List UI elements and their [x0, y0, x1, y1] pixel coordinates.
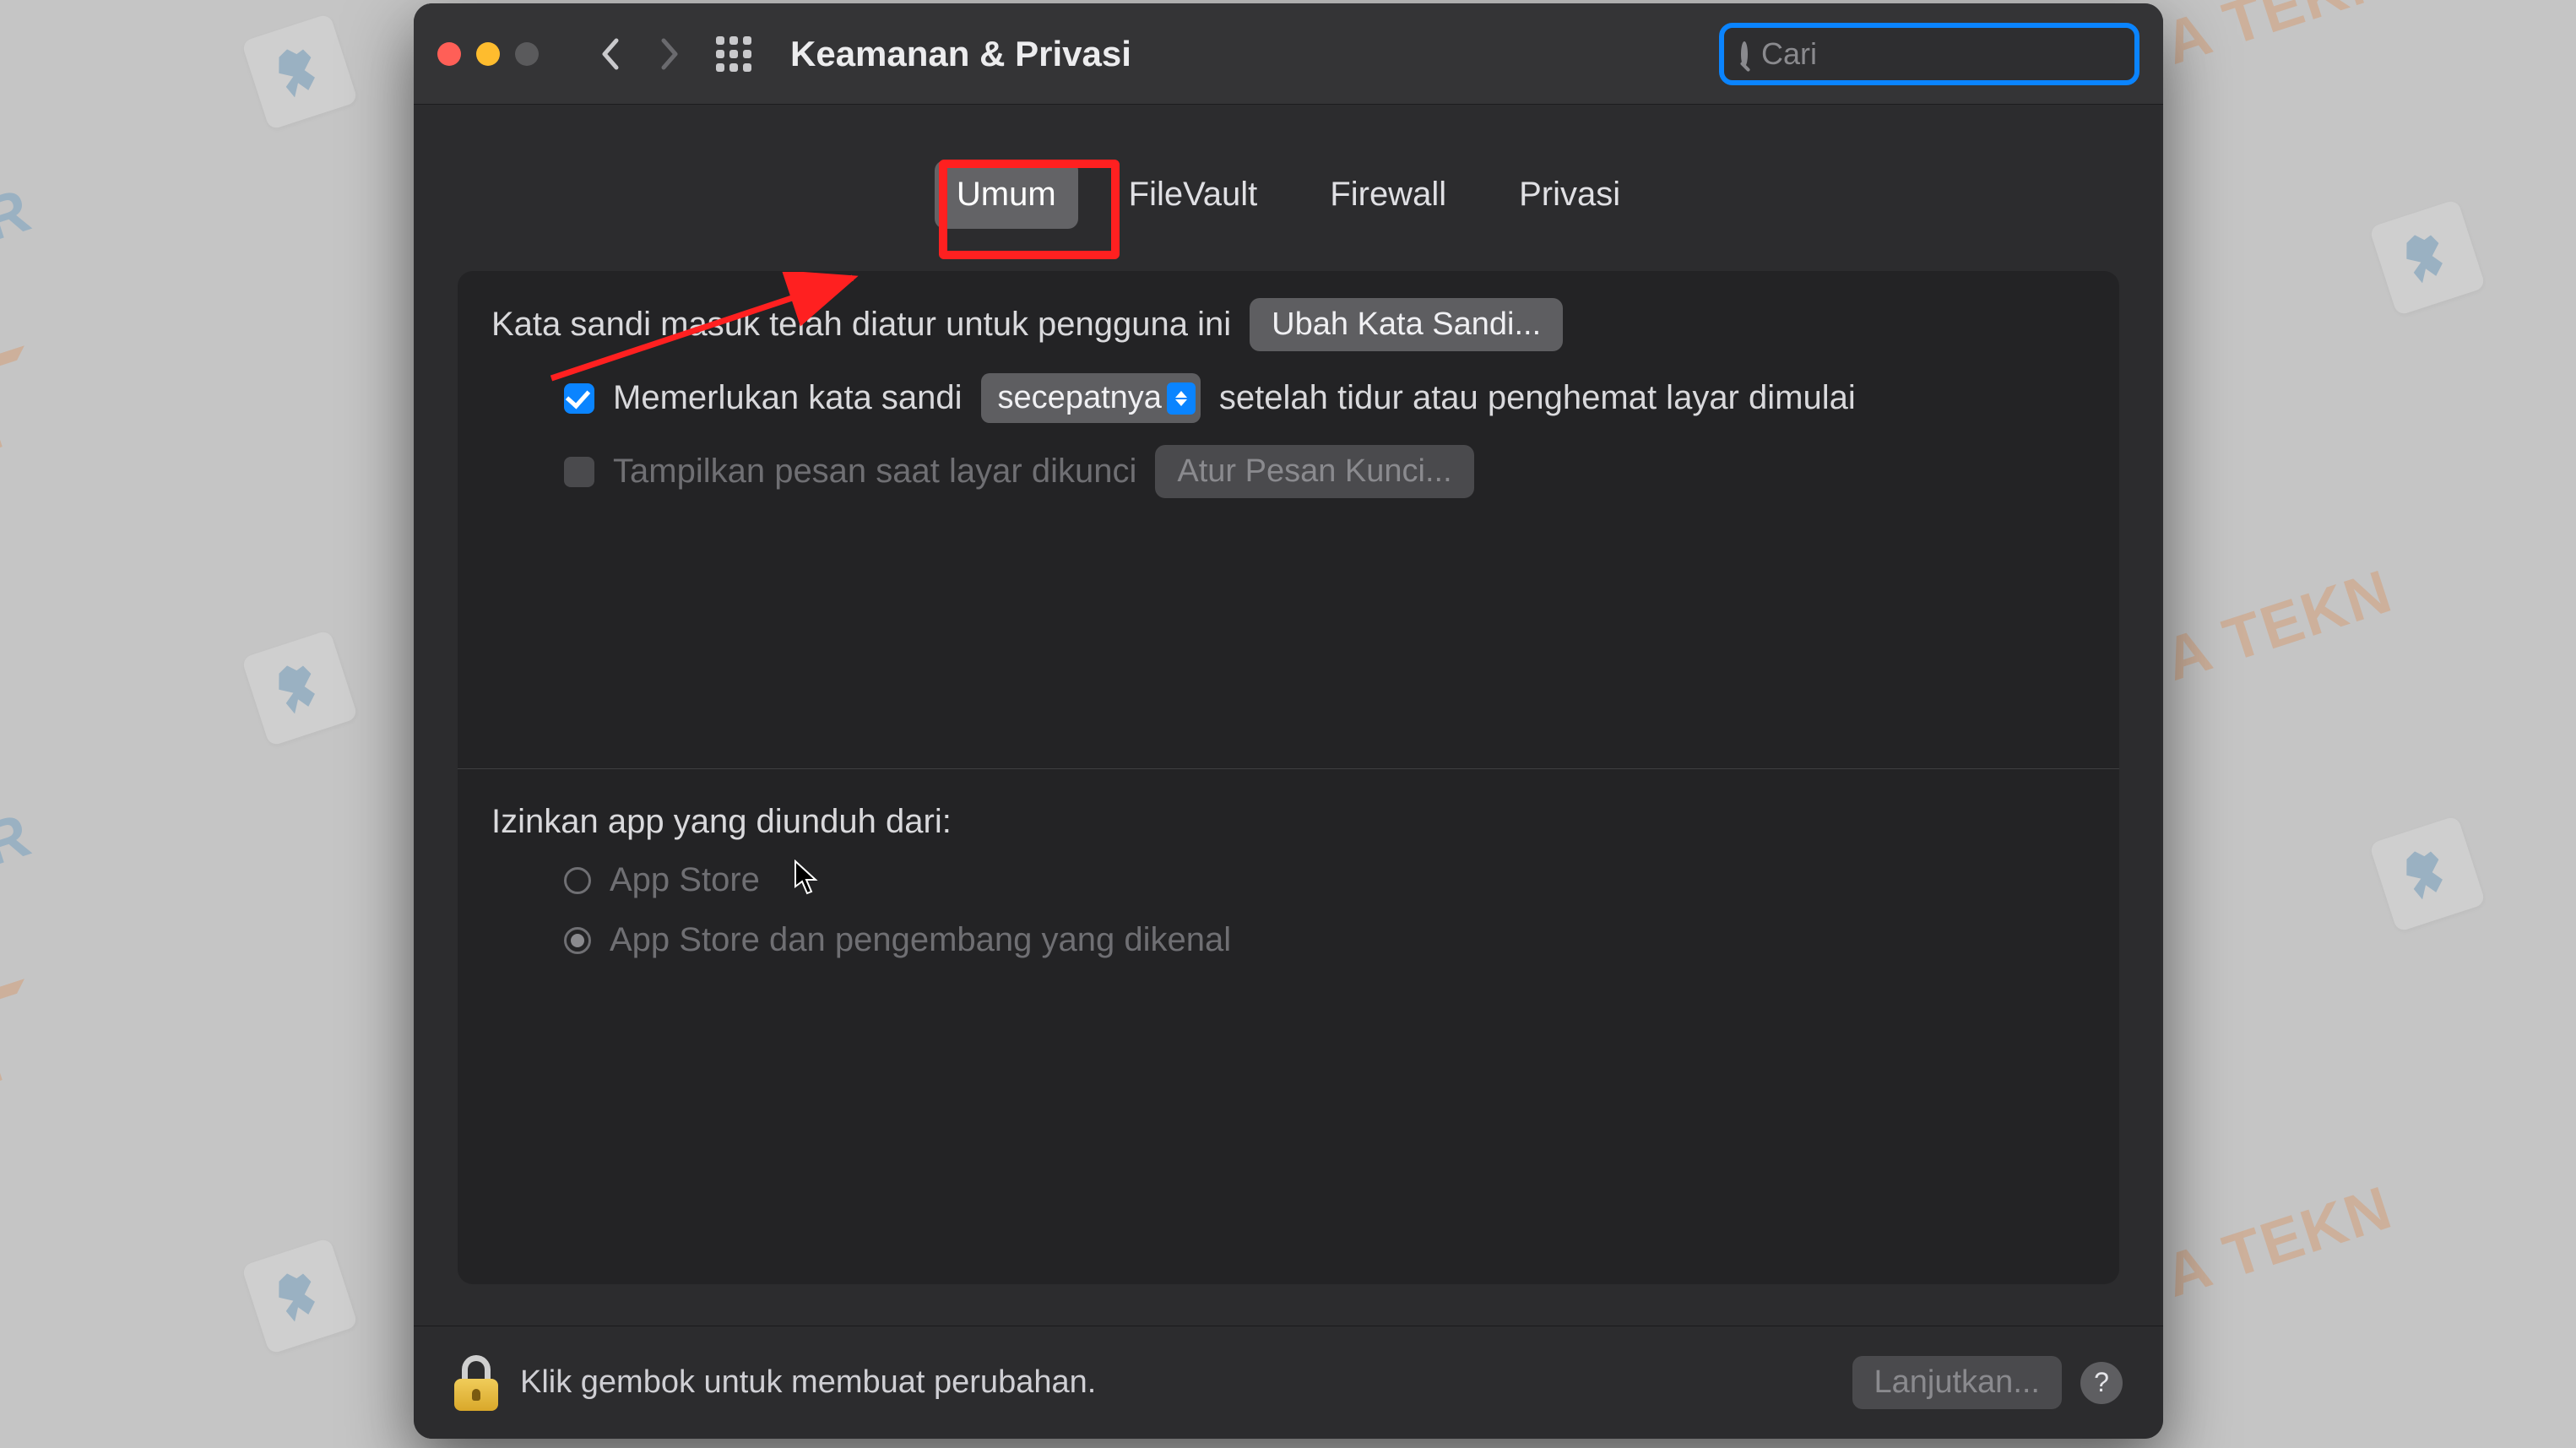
- radio-app-store-dev-label: App Store dan pengembang yang dikenal: [610, 921, 1231, 959]
- lock-icon[interactable]: [454, 1355, 498, 1411]
- tab-firewall[interactable]: Firewall: [1308, 160, 1468, 229]
- change-password-button[interactable]: Ubah Kata Sandi...: [1250, 298, 1563, 351]
- tab-umum[interactable]: Umum: [935, 160, 1078, 229]
- search-field[interactable]: [1719, 23, 2139, 85]
- help-button[interactable]: ?: [2080, 1362, 2123, 1404]
- forward-button: [648, 33, 691, 75]
- search-icon: [1741, 41, 1748, 67]
- maximize-button: [515, 42, 539, 66]
- minimize-button[interactable]: [476, 42, 500, 66]
- search-input[interactable]: [1761, 36, 2154, 72]
- after-sleep-label: setelah tidur atau penghemat layar dimul…: [1219, 379, 1856, 417]
- login-password-row: Kata sandi masuk telah diatur untuk peng…: [491, 298, 2085, 351]
- tab-privasi[interactable]: Privasi: [1497, 160, 1642, 229]
- footer: Klik gembok untuk membuat perubahan. Lan…: [414, 1326, 2163, 1439]
- radio-app-store-label: App Store: [610, 861, 760, 899]
- titlebar: Keamanan & Privasi: [414, 3, 2163, 105]
- radio-app-store-row: App Store: [491, 861, 2085, 899]
- divider: [458, 768, 2119, 769]
- radio-app-store-dev: [564, 927, 591, 954]
- show-all-icon[interactable]: [716, 36, 751, 72]
- tabs: Umum FileVault Firewall Privasi: [458, 160, 2119, 229]
- set-lock-message-button: Atur Pesan Kunci...: [1155, 445, 1473, 498]
- select-arrows-icon: [1167, 382, 1196, 415]
- close-button[interactable]: [437, 42, 461, 66]
- lock-message-label: Tampilkan pesan saat layar dikunci: [613, 453, 1136, 491]
- lock-text: Klik gembok untuk membuat perubahan.: [520, 1364, 1096, 1401]
- window-title: Keamanan & Privasi: [790, 34, 1131, 74]
- tab-filevault[interactable]: FileVault: [1107, 160, 1280, 229]
- require-password-checkbox[interactable]: [564, 383, 594, 414]
- radio-app-store: [564, 867, 591, 894]
- password-delay-select[interactable]: secepatnya: [981, 373, 1201, 423]
- preferences-window: Keamanan & Privasi Umum FileVault Firewa…: [414, 3, 2163, 1439]
- advanced-button[interactable]: Lanjutkan...: [1852, 1356, 2062, 1409]
- lock-message-row: Tampilkan pesan saat layar dikunci Atur …: [491, 445, 2085, 498]
- lock-message-checkbox: [564, 457, 594, 487]
- traffic-lights: [437, 42, 572, 66]
- radio-app-store-dev-row: App Store dan pengembang yang dikenal: [491, 921, 2085, 959]
- require-password-label: Memerlukan kata sandi: [613, 379, 963, 417]
- back-button[interactable]: [589, 33, 632, 75]
- require-password-row: Memerlukan kata sandi secepatnya setelah…: [491, 373, 2085, 423]
- allow-apps-label: Izinkan app yang diunduh dari:: [491, 803, 2085, 841]
- login-password-label: Kata sandi masuk telah diatur untuk peng…: [491, 306, 1231, 344]
- password-delay-value: secepatnya: [998, 380, 1162, 415]
- content-area: Umum FileVault Firewall Privasi Kata san…: [414, 105, 2163, 1284]
- general-panel: Kata sandi masuk telah diatur untuk peng…: [458, 271, 2119, 1284]
